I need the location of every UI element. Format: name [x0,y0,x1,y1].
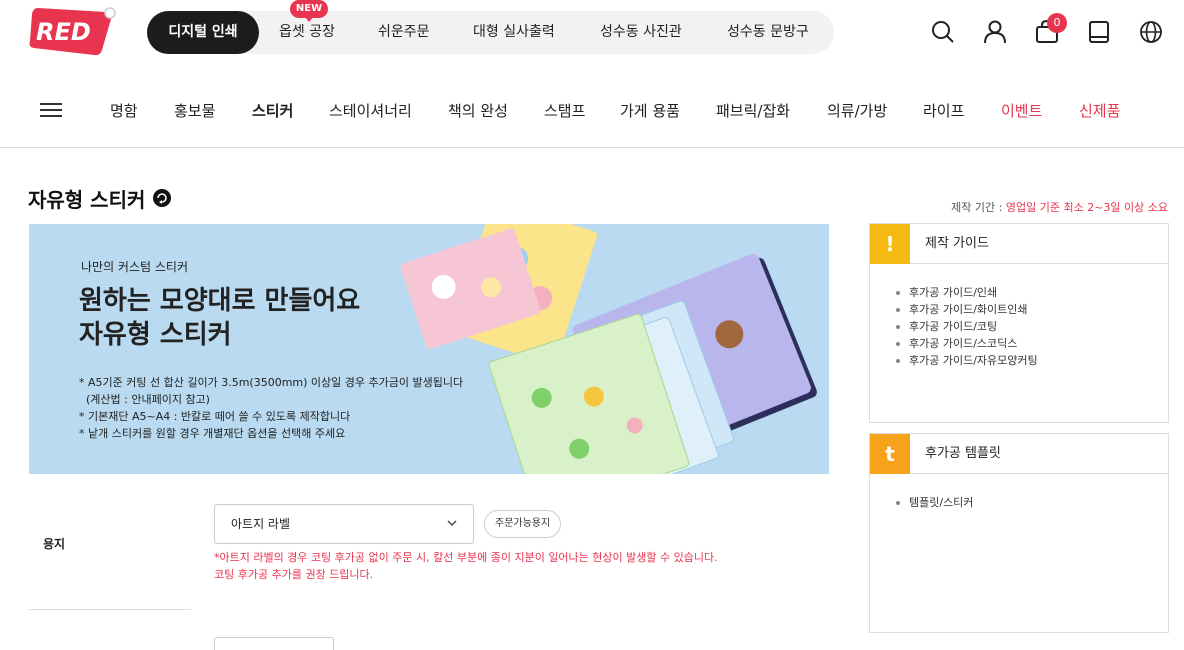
paper-warning: *아트지 라벨의 경우 코팅 후가공 없이 주문 시, 칼선 부분에 종이 지분… [214,549,718,583]
top-navigation: 디지털 인쇄 옵셋 공장 NEW 쉬운주문 대형 실사출력 성수동 사진관 성수… [147,0,834,54]
category-fabric[interactable]: 패브릭/잡화 [716,96,790,126]
guide-panel-header: ! 제작 가이드 [870,224,1168,264]
paper-warning-line-1: *아트지 라벨의 경우 코팅 후가공 없이 주문 시, 칼선 부분에 종이 지분… [214,551,718,564]
category-promotion[interactable]: 홍보물 [174,96,215,126]
category-sticker[interactable]: 스티커 [252,96,293,126]
production-period: 제작 기간 : 영업일 기준 최소 2~3일 이상 소요 [951,199,1168,215]
production-value: 영업일 기준 최소 2~3일 이상 소요 [1005,201,1168,214]
topnav-photo-studio[interactable]: 성수동 사진관 [600,11,682,54]
guide-panel: ! 제작 가이드 후가공 가이드/인쇄 후가공 가이드/화이트인쇄 후가공 가이… [869,223,1169,423]
paper-option-label: 용지 [43,537,66,551]
topnav-digital-print[interactable]: 디지털 인쇄 [147,11,259,54]
paper-warning-line-2: 코팅 후가공 추가를 권장 드립니다. [214,568,374,581]
template-panel-header: t 후가공 템플릿 [870,434,1168,474]
banner-headline-line-2: 자유형 스티커 [79,320,232,350]
category-navigation: 명함 홍보물 스티커 스테이셔너리 책의 완성 스탬프 가게 용품 패브릭/잡화… [0,96,1184,126]
globe-icon[interactable] [1137,18,1165,46]
category-business-card[interactable]: 명함 [110,96,138,126]
exclamation-icon: ! [870,224,910,264]
category-event[interactable]: 이벤트 [1001,96,1042,126]
paper-select-value: 아트지 라벨 [231,517,291,531]
category-new-product[interactable]: 신제품 [1079,96,1120,126]
page-title: 자유형 스티커 [28,188,146,212]
category-clothing[interactable]: 의류/가방 [827,96,887,126]
product-banner: 나만의 커스텀 스티커 원하는 모양대로 만들어요 자유형 스티커 * A5기준… [29,224,829,474]
category-store-goods[interactable]: 가게 용품 [620,96,680,126]
next-option-select[interactable] [214,637,334,650]
available-paper-button[interactable]: 주문가능용지 [484,510,562,538]
user-icon[interactable] [981,18,1009,46]
sticker-sheets-illustration [400,224,817,474]
svg-text:RED: RED [36,18,91,46]
guide-link-scodix[interactable]: 후가공 가이드/스코딕스 [896,335,1168,352]
search-icon[interactable] [929,18,957,46]
template-link-sticker[interactable]: 템플릿/스티커 [896,494,1168,511]
template-panel-title: 후가공 템플릿 [925,446,1001,461]
new-badge: NEW [290,0,328,22]
template-list: 템플릿/스티커 [870,474,1168,511]
banner-subtitle: 나만의 커스텀 스티커 [81,260,188,274]
topnav-stationery-store[interactable]: 성수동 문방구 [727,11,809,54]
refresh-icon[interactable] [153,189,171,207]
topnav-large-print[interactable]: 대형 실사출력 [473,11,555,54]
banner-headline-line-1: 원하는 모양대로 만들어요 [79,286,361,316]
category-life[interactable]: 라이프 [923,96,964,126]
template-icon: t [870,434,910,474]
paper-select[interactable]: 아트지 라벨 [214,504,474,544]
category-book[interactable]: 책의 완성 [448,96,508,126]
option-divider [29,609,191,610]
guide-link-white-print[interactable]: 후가공 가이드/화이트인쇄 [896,301,1168,318]
chevron-down-icon [447,520,457,526]
guide-panel-title: 제작 가이드 [925,236,989,251]
topnav-easy-order[interactable]: 쉬운주문 [378,11,430,54]
book-icon[interactable] [1085,18,1113,46]
cart-count-badge: 0 [1047,13,1067,33]
template-panel: t 후가공 템플릿 템플릿/스티커 [869,433,1169,633]
guide-link-free-cutting[interactable]: 후가공 가이드/자유모양커팅 [896,352,1168,369]
category-stationery[interactable]: 스테이셔너리 [329,96,412,126]
guide-link-coating[interactable]: 후가공 가이드/코팅 [896,318,1168,335]
guide-link-print[interactable]: 후가공 가이드/인쇄 [896,284,1168,301]
banner-headline: 원하는 모양대로 만들어요 자유형 스티커 [79,284,360,352]
category-stamp[interactable]: 스탬프 [544,96,585,126]
guide-list: 후가공 가이드/인쇄 후가공 가이드/화이트인쇄 후가공 가이드/코팅 후가공 … [870,264,1168,369]
red-logo[interactable]: RED [28,4,118,58]
header-divider [0,147,1184,148]
production-label: 제작 기간 : [951,201,1006,214]
